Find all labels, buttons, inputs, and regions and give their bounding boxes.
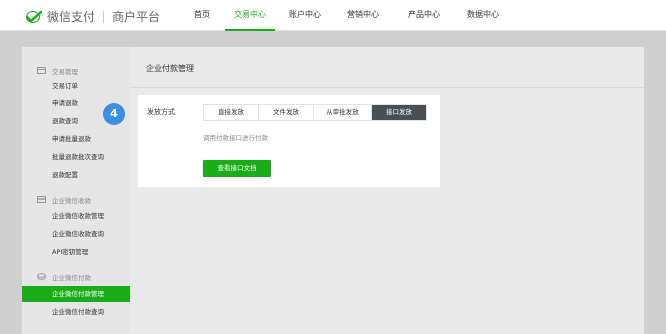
sidebar-item-wecom-collect-manage[interactable]: 企业微信收款管理	[22, 208, 130, 224]
sidebar-item-wecom-pay-query[interactable]: 企业微信付款查询	[22, 304, 130, 320]
title-divider	[130, 87, 644, 88]
nav-home[interactable]: 首页	[190, 0, 214, 31]
sidebar-item-batch-refund[interactable]: 申请批量退款	[22, 131, 130, 147]
method-file-button[interactable]: 文件发放	[259, 105, 314, 120]
method-approval-button[interactable]: 从审批发放	[314, 105, 372, 120]
nav-marketing-center[interactable]: 营销中心	[343, 0, 383, 31]
content-panel: 企业付款管理 发放方式 直接发放 文件发放 从审批发放 接口发放 调用付款接口进…	[130, 47, 644, 334]
view-api-docs-button[interactable]: 查看接口文档	[203, 160, 271, 177]
sidebar-item-trade-orders[interactable]: 交易订单	[22, 78, 130, 94]
payment-method-card: 发放方式 直接发放 文件发放 从审批发放 接口发放 调用付款接口进行付款 查看接…	[138, 95, 440, 187]
sidebar-group-label: 企业微信收款	[52, 197, 91, 205]
coin-icon	[37, 273, 46, 280]
sidebar-group-wecom-pay: 企业微信付款	[22, 270, 130, 284]
sidebar-group-label: 企业微信付款	[52, 274, 91, 282]
sidebar: 交易管理 交易订单 申请退款 退款查询 申请批量退款 批量退款批次查询 退款配置…	[22, 47, 130, 334]
trade-icon	[37, 67, 46, 74]
method-hint: 调用付款接口进行付款	[203, 134, 268, 142]
sidebar-item-api-key[interactable]: API密钥管理	[22, 244, 130, 260]
brand-divider	[103, 10, 105, 23]
sidebar-group-wecom-collect: 企业微信收款	[22, 193, 130, 207]
payment-method-label: 发放方式	[147, 108, 175, 116]
top-header: 微信支付 商户平台 首页 交易中心 账户中心 营销中心 产品中心 数据中心	[0, 0, 666, 31]
page-title: 企业付款管理	[146, 64, 194, 73]
nav-data-center[interactable]: 数据中心	[463, 0, 503, 31]
nav-product-center[interactable]: 产品中心	[404, 0, 444, 31]
card-icon	[37, 196, 46, 203]
sidebar-item-wecom-pay-manage[interactable]: 企业微信付款管理	[22, 286, 130, 302]
brand-name: 微信支付	[47, 10, 96, 24]
step-badge: 4	[103, 103, 125, 125]
method-api-button[interactable]: 接口发放	[372, 105, 426, 120]
wechat-pay-icon	[26, 10, 42, 23]
sidebar-item-wecom-collect-query[interactable]: 企业微信收款查询	[22, 226, 130, 242]
nav-account-center[interactable]: 账户中心	[285, 0, 325, 31]
brand-logo[interactable]: 微信支付 商户平台	[26, 8, 160, 25]
sidebar-group-label: 交易管理	[52, 68, 78, 76]
sidebar-item-refund-config[interactable]: 退款配置	[22, 167, 130, 183]
sidebar-group-trade: 交易管理	[22, 64, 130, 78]
nav-transaction-center[interactable]: 交易中心	[225, 0, 275, 31]
method-direct-button[interactable]: 直接发放	[204, 105, 259, 120]
brand-subtitle: 商户平台	[112, 10, 161, 24]
sidebar-item-batch-refund-query[interactable]: 批量退款批次查询	[22, 149, 130, 165]
main-container: 交易管理 交易订单 申请退款 退款查询 申请批量退款 批量退款批次查询 退款配置…	[22, 47, 644, 334]
payment-method-tabs: 直接发放 文件发放 从审批发放 接口发放	[203, 104, 427, 121]
